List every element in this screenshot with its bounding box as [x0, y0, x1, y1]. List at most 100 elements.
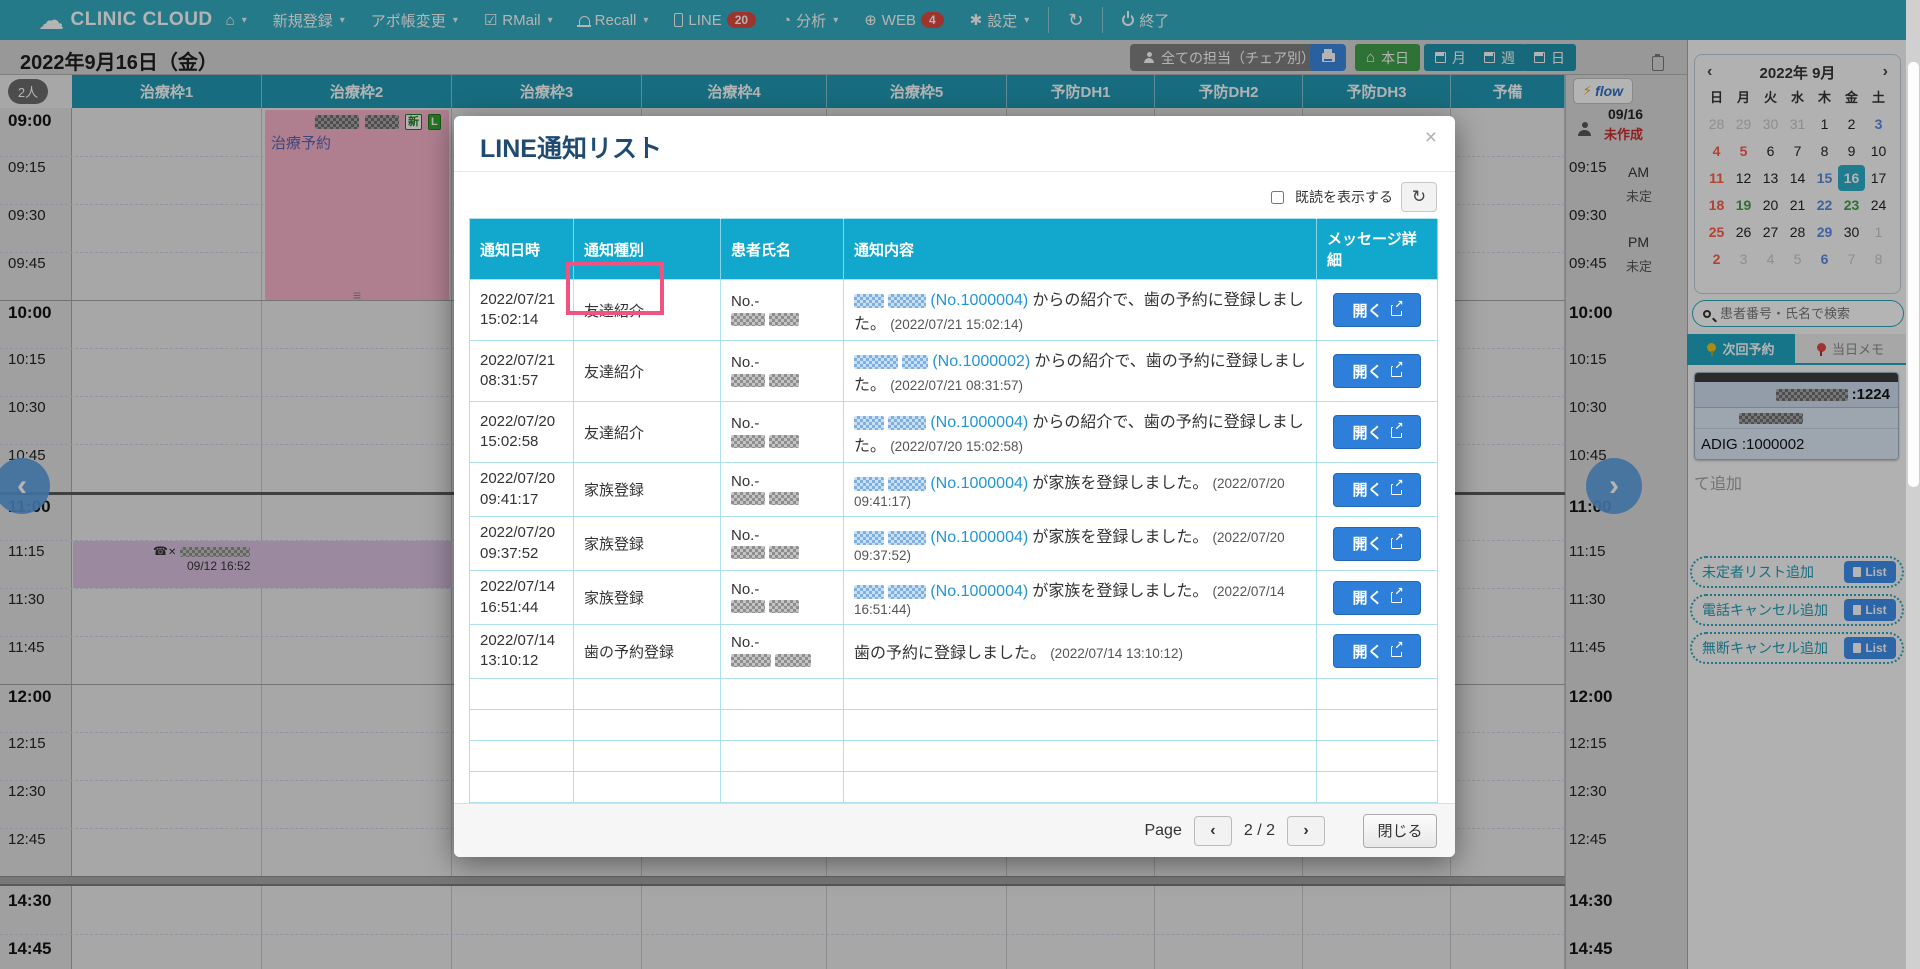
patient-name-cell: No.- [721, 517, 844, 571]
patient-link[interactable]: (No.1000004) [930, 475, 1028, 492]
external-link-icon: ↗ [1391, 305, 1402, 316]
patient-link[interactable]: (No.1000004) [930, 414, 1028, 431]
redacted-name [731, 492, 765, 505]
page-label: Page [1144, 822, 1181, 840]
redacted-name [769, 546, 799, 559]
modal-footer: Page ‹ 2 / 2 › 閉じる [454, 803, 1455, 857]
open-label: 開く [1352, 587, 1382, 608]
content-text: が家族を登録しました。 [1032, 529, 1208, 546]
external-link-icon: ↗ [1391, 646, 1402, 657]
redacted-name [731, 374, 765, 387]
patient-name-cell: No.- [721, 571, 844, 625]
empty-row [470, 709, 1438, 740]
patient-name-cell: No.- [721, 463, 844, 517]
empty-row [470, 740, 1438, 771]
close-modal-button[interactable]: 閉じる [1363, 814, 1437, 848]
open-message-button[interactable]: 開く ↗ [1333, 354, 1421, 388]
redacted-name [769, 492, 799, 505]
refresh-icon: ↻ [1412, 187, 1426, 207]
patient-link[interactable]: (No.1000002) [932, 353, 1030, 370]
prev-page-button[interactable]: ‹ [1194, 816, 1232, 846]
show-read-checkbox[interactable] [1271, 191, 1284, 204]
patient-no: No.- [731, 581, 759, 598]
col-header: 患者氏名 [721, 219, 844, 280]
app-window: ☁ CLINIC CLOUD ⌂ ▾ 新規登録 ▾ アポ帳変更 ▾ ☑ RMai… [0, 0, 1920, 969]
patient-link[interactable]: (No.1000004) [930, 583, 1028, 600]
patient-name-cell: No.- [721, 625, 844, 679]
external-link-icon: ↗ [1391, 366, 1402, 377]
notify-datetime: 2022/07/20 15:02:58 [470, 402, 574, 463]
redacted-name [769, 374, 799, 387]
notify-content: (No.1000002) からの紹介で、歯の予約に登録しました。 (2022/0… [844, 341, 1317, 402]
notify-datetime: 2022/07/21 08:31:57 [470, 341, 574, 402]
notify-datetime: 2022/07/14 13:10:12 [470, 625, 574, 679]
open-message-button[interactable]: 開く ↗ [1333, 415, 1421, 449]
notify-type: 友達紹介 [574, 341, 721, 402]
open-message-button[interactable]: 開く ↗ [1333, 473, 1421, 507]
detail-cell: 開く ↗ [1317, 402, 1438, 463]
notify-content: (No.1000004) が家族を登録しました。 (2022/07/20 09:… [844, 517, 1317, 571]
detail-cell: 開く↗ [1317, 571, 1438, 625]
open-label: 開く [1352, 479, 1382, 500]
scrollbar-thumb[interactable] [1908, 62, 1919, 487]
open-message-button[interactable]: 開く↗ [1333, 634, 1421, 668]
chevron-right-icon: › [1303, 822, 1308, 840]
notify-content: (No.1000004) からの紹介で、歯の予約に登録しました。 (2022/0… [844, 280, 1317, 341]
notify-content: (No.1000004) が家族を登録しました。 (2022/07/20 09:… [844, 463, 1317, 517]
patient-link[interactable]: (No.1000004) [930, 292, 1028, 309]
notify-type: 友達紹介 [574, 402, 721, 463]
notify-content: 歯の予約に登録しました。 (2022/07/14 13:10:12) [844, 625, 1317, 679]
refresh-list-button[interactable]: ↻ [1401, 182, 1437, 212]
modal-header: LINE通知リスト × [454, 116, 1455, 172]
open-label: 開く [1352, 300, 1382, 321]
open-label: 開く [1352, 422, 1382, 443]
open-message-button[interactable]: 開く↗ [1333, 527, 1421, 561]
table-row: 2022/07/20 09:37:52 家族登録 No.- (No.100000… [470, 517, 1438, 571]
close-icon[interactable]: × [1425, 126, 1437, 150]
notify-type: 歯の予約登録 [574, 625, 721, 679]
patient-no: No.- [731, 473, 759, 490]
patient-name-cell: No.- [721, 402, 844, 463]
table-row: 2022/07/14 13:10:12 歯の予約登録 No.- 歯の予約に登録し… [470, 625, 1438, 679]
content-time: (2022/07/21 15:02:14) [890, 317, 1023, 332]
open-label: 開く [1352, 361, 1382, 382]
content-text: が家族を登録しました。 [1032, 475, 1208, 492]
redacted-name [731, 435, 765, 448]
open-message-button[interactable]: 開く ↗ [1333, 293, 1421, 327]
patient-no: No.- [731, 293, 759, 310]
show-read-label: 既読を表示する [1295, 187, 1393, 207]
table-row: 2022/07/14 16:51:44 家族登録 No.- (No.100000… [470, 571, 1438, 625]
notify-datetime: 2022/07/21 15:02:14 [470, 280, 574, 341]
patient-no: No.- [731, 354, 759, 371]
open-label: 開く [1352, 533, 1382, 554]
table-row: 2022/07/20 15:02:58 友達紹介 No.- (No.100000… [470, 402, 1438, 463]
notify-datetime: 2022/07/20 09:37:52 [470, 517, 574, 571]
detail-cell: 開く↗ [1317, 517, 1438, 571]
redacted-name [731, 654, 771, 667]
notify-content: (No.1000004) からの紹介で、歯の予約に登録しました。 (2022/0… [844, 402, 1317, 463]
redacted-name [769, 600, 799, 613]
patient-link[interactable]: (No.1000004) [930, 529, 1028, 546]
notify-datetime: 2022/07/20 09:41:17 [470, 463, 574, 517]
content-time: (2022/07/14 13:10:12) [1050, 646, 1183, 661]
open-message-button[interactable]: 開く↗ [1333, 581, 1421, 615]
next-page-button[interactable]: › [1287, 816, 1325, 846]
detail-cell: 開く ↗ [1317, 280, 1438, 341]
col-header: メッセージ詳細 [1317, 219, 1438, 280]
redacted-name [769, 313, 799, 326]
redacted-name [769, 435, 799, 448]
content-time: (2022/07/21 08:31:57) [890, 378, 1023, 393]
notify-type: 家族登録 [574, 463, 721, 517]
content-text: 歯の予約に登録しました。 [854, 645, 1046, 662]
patient-no: No.- [731, 634, 759, 651]
detail-cell: 開く↗ [1317, 625, 1438, 679]
detail-cell: 開く ↗ [1317, 463, 1438, 517]
detail-cell: 開く ↗ [1317, 341, 1438, 402]
col-header: 通知内容 [844, 219, 1317, 280]
external-link-icon: ↗ [1391, 484, 1402, 495]
page-indicator: 2 / 2 [1244, 822, 1275, 840]
external-link-icon: ↗ [1391, 427, 1402, 438]
redacted-name [775, 654, 811, 667]
notify-datetime: 2022/07/14 16:51:44 [470, 571, 574, 625]
table-row: 2022/07/20 09:41:17 家族登録 No.- (No.100000… [470, 463, 1438, 517]
